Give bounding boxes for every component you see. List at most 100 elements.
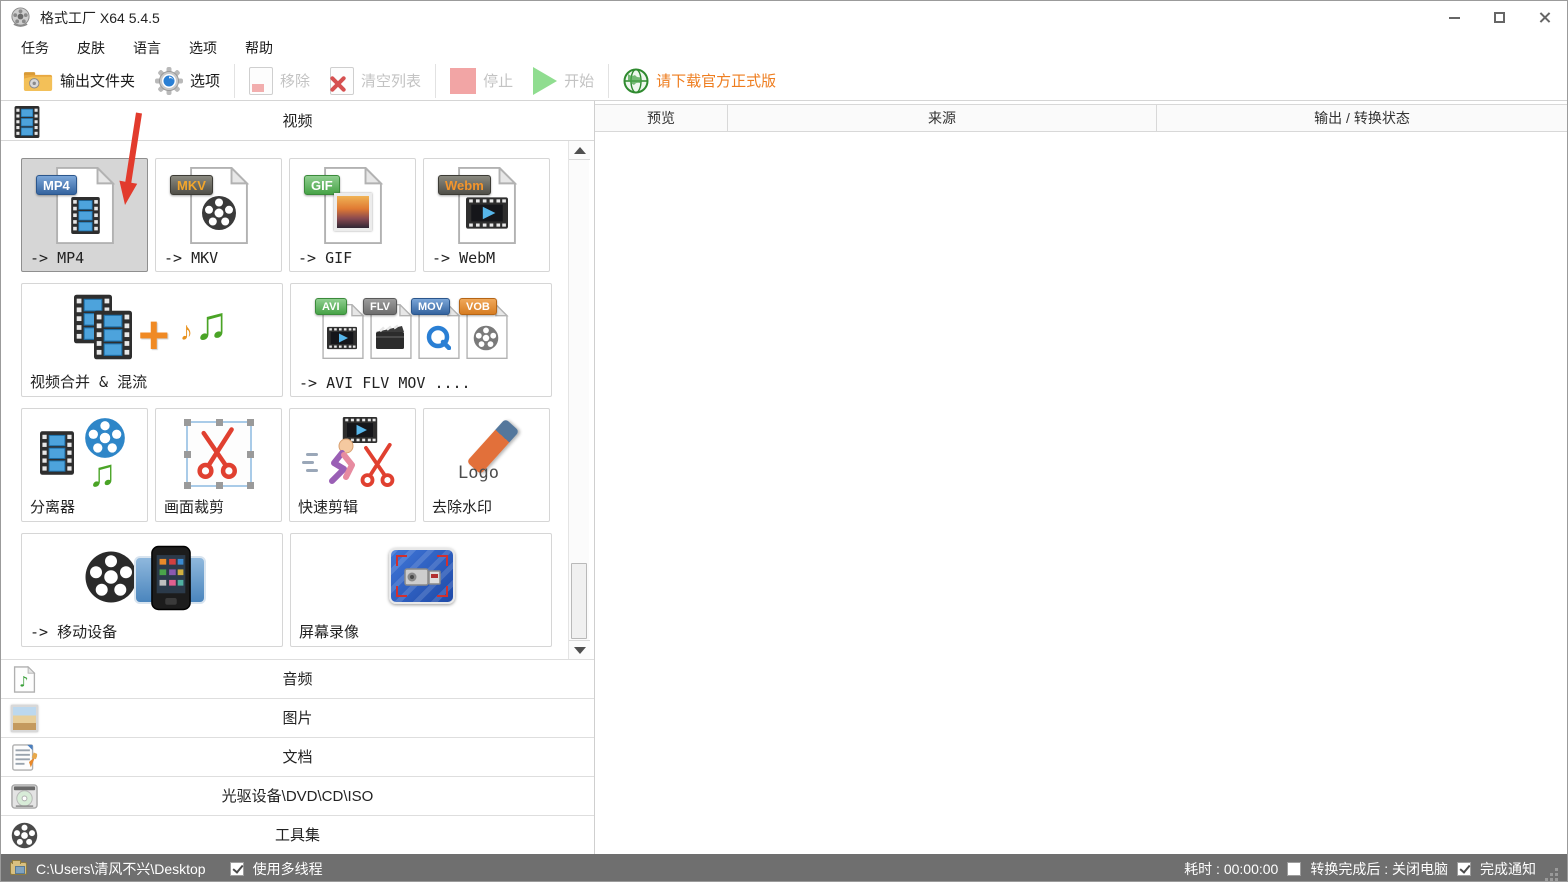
stop-icon: [450, 67, 477, 94]
titlebar: 格式工厂 X64 5.4.5: [1, 1, 1567, 34]
tile-label: -> MKV: [164, 249, 219, 267]
task-list-header: 预览 来源 输出 / 转换状态: [595, 104, 1567, 132]
sidebar-tab-picture[interactable]: 图片: [1, 698, 594, 737]
tile-label: -> WebM: [432, 249, 496, 267]
output-folder-label: 输出文件夹: [60, 73, 136, 90]
category-list: 音频 图片 文档 光驱设备\DVD\CD\ISO 工具集: [1, 659, 594, 854]
minimize-button[interactable]: [1432, 1, 1477, 34]
task-list-body[interactable]: [595, 132, 1567, 854]
shutdown-after-label: 转换完成后 : 关闭电脑: [1310, 860, 1448, 877]
download-official-label: 请下载官方正式版: [656, 73, 777, 90]
tile-gif[interactable]: GIF -> GIF: [289, 158, 416, 272]
remove-label: 移除: [280, 73, 311, 90]
multithread-checkbox[interactable]: [229, 861, 244, 876]
toolbar-separator: [608, 63, 610, 98]
webm-badge: Webm: [438, 175, 491, 195]
scroll-down-button[interactable]: [569, 640, 590, 659]
mkv-badge: MKV: [170, 175, 213, 195]
column-header-source[interactable]: 来源: [728, 105, 1157, 131]
menu-item-help[interactable]: 帮助: [231, 38, 287, 58]
tile-label: 视频合并 & 混流: [30, 373, 148, 391]
tile-splitter[interactable]: ♫ 分离器: [21, 408, 148, 522]
video-tab-label: 视频: [282, 113, 313, 130]
close-button[interactable]: [1522, 1, 1567, 34]
stop-button[interactable]: 停止: [440, 63, 523, 99]
sidebar-tab-audio[interactable]: 音频: [1, 659, 594, 698]
sidebar-tab-toolset[interactable]: 工具集: [1, 815, 594, 854]
task-list-panel: 预览 来源 输出 / 转换状态: [595, 101, 1567, 854]
options-button[interactable]: 选项: [145, 63, 230, 99]
app-window: 格式工厂 X64 5.4.5 任务 皮肤 语言 选项 帮助 输出文件夹 选项 移…: [0, 0, 1568, 882]
tile-video-merge[interactable]: + ♪ ♫ 视频合并 & 混流: [21, 283, 283, 397]
toolbar-separator: [234, 63, 236, 98]
flv-clapper-icon: [375, 324, 405, 350]
menu-item-task[interactable]: 任务: [7, 38, 63, 58]
tile-label: 屏幕录像: [299, 623, 360, 641]
scroll-thumb[interactable]: [571, 563, 587, 639]
grid-scrollbar[interactable]: [568, 141, 590, 659]
options-gear-icon: [155, 67, 183, 95]
music-note-icon: ♫: [88, 453, 117, 495]
sunset-photo-thumbnail: [334, 193, 372, 231]
tile-mp4[interactable]: MP4 -> MP4: [21, 158, 148, 272]
column-header-output-status[interactable]: 输出 / 转换状态: [1157, 105, 1567, 131]
notify-label: 完成通知: [1480, 860, 1536, 877]
tile-screen-record[interactable]: 屏幕录像: [290, 533, 552, 647]
sidebar-tab-video[interactable]: 视频: [1, 104, 594, 141]
toolbar-separator: [435, 63, 437, 98]
flv-badge: FLV: [363, 298, 397, 315]
column-header-preview[interactable]: 预览: [595, 105, 728, 131]
tile-mobile-device[interactable]: -> 移动设备: [21, 533, 283, 647]
tile-quick-clip[interactable]: 快速剪辑: [289, 408, 416, 522]
menu-item-options[interactable]: 选项: [175, 38, 231, 58]
sidebar-tab-rom-device[interactable]: 光驱设备\DVD\CD\ISO: [1, 776, 594, 815]
clear-list-label: 清空列表: [361, 73, 422, 90]
document-icon: [11, 744, 38, 771]
maximize-button[interactable]: [1477, 1, 1522, 34]
tile-remove-watermark[interactable]: Logo 去除水印: [423, 408, 550, 522]
vob-badge: VOB: [459, 298, 497, 315]
menu-item-language[interactable]: 语言: [119, 38, 175, 58]
avi-badge: AVI: [315, 298, 347, 315]
window-title: 格式工厂 X64 5.4.5: [40, 9, 160, 26]
category-label: 光驱设备\DVD\CD\ISO: [221, 788, 374, 805]
tile-label: 去除水印: [432, 498, 493, 516]
category-label: 音频: [282, 671, 313, 688]
tile-mkv[interactable]: MKV -> MKV: [155, 158, 282, 272]
music-note-green-icon: ♫: [194, 297, 229, 349]
menubar: 任务 皮肤 语言 选项 帮助: [1, 34, 1567, 61]
plus-icon: +: [138, 305, 170, 365]
video-filmstrip-icon: [9, 106, 45, 138]
start-icon: [533, 66, 558, 95]
resize-grip[interactable]: [1545, 868, 1558, 881]
shutdown-after-checkbox[interactable]: [1287, 861, 1302, 876]
output-path: C:\Users\清风不兴\Desktop: [36, 860, 206, 877]
smartphone-icon: [150, 544, 192, 612]
scissors-icon: [356, 441, 402, 487]
remove-button[interactable]: 移除: [239, 63, 320, 99]
start-label: 开始: [564, 73, 595, 90]
options-label: 选项: [190, 73, 221, 90]
sidebar: 视频 MP4 -> MP4 MKV -> MKV GIF -> GIF Webm…: [1, 101, 595, 854]
tile-avi-flv-mov[interactable]: AVI FLV MOV VOB -> AVI FLV MOV ....: [290, 283, 552, 397]
category-label: 图片: [282, 710, 313, 727]
scissors-icon: [192, 425, 246, 479]
camcorder-icon: [403, 562, 443, 592]
download-official-link[interactable]: 请下载官方正式版: [613, 63, 786, 99]
start-button[interactable]: 开始: [523, 63, 604, 99]
stop-label: 停止: [483, 73, 514, 90]
clear-list-icon: [330, 66, 355, 95]
tile-crop[interactable]: 画面裁剪: [155, 408, 282, 522]
menu-item-skin[interactable]: 皮肤: [63, 38, 119, 58]
remove-icon: [249, 66, 274, 95]
notify-checkbox[interactable]: [1457, 861, 1471, 876]
output-folder-button[interactable]: 输出文件夹: [13, 63, 145, 99]
sidebar-tab-document[interactable]: 文档: [1, 737, 594, 776]
scroll-up-button[interactable]: [569, 141, 590, 160]
toolset-reel-icon: [11, 822, 38, 849]
music-note-orange-icon: ♪: [180, 316, 193, 346]
tile-label: -> 移动设备: [30, 623, 118, 641]
tile-webm[interactable]: Webm -> WebM: [423, 158, 550, 272]
clear-list-button[interactable]: 清空列表: [320, 63, 431, 99]
tile-label: -> MP4: [30, 249, 85, 267]
